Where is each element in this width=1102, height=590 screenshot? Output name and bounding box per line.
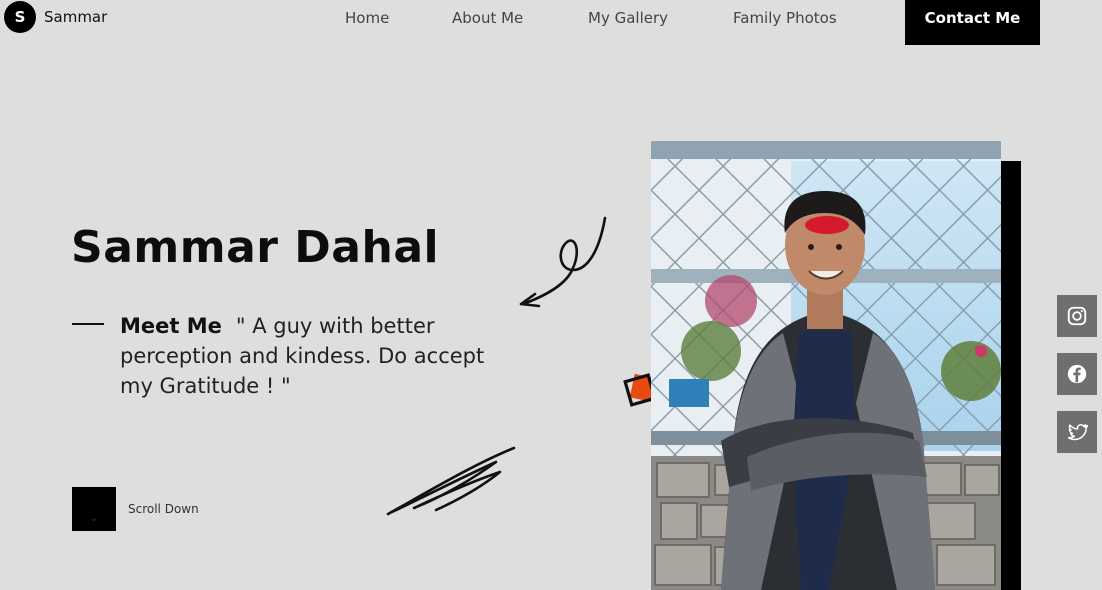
twitter-button[interactable]: [1057, 411, 1097, 453]
scroll-down-label: Scroll Down: [128, 502, 199, 516]
logo-avatar: S: [4, 1, 36, 33]
twitter-icon: [1067, 423, 1088, 441]
profile-photo: [651, 141, 1001, 590]
facebook-icon: [1067, 364, 1087, 384]
meet-me-paragraph: Meet Me " A guy with better perception an…: [120, 311, 520, 401]
meet-divider: [72, 323, 104, 325]
nav-about-link[interactable]: About Me: [452, 9, 523, 27]
scroll-down-button[interactable]: ⌄: [72, 487, 116, 531]
contact-me-button[interactable]: Contact Me: [905, 0, 1040, 45]
nav-home-link[interactable]: Home: [345, 9, 389, 27]
photo-shadow-frame: [1001, 161, 1021, 590]
meet-me-label: Meet Me: [120, 314, 222, 338]
hero-title: Sammar Dahal: [71, 222, 440, 273]
brand-name: Sammar: [44, 8, 108, 26]
facebook-button[interactable]: [1057, 353, 1097, 395]
brand-logo[interactable]: S Sammar: [4, 1, 107, 33]
instagram-icon: [1067, 306, 1087, 326]
instagram-button[interactable]: [1057, 295, 1097, 337]
nav-family-photos-link[interactable]: Family Photos: [733, 9, 837, 27]
scribble-doodle: [386, 446, 516, 516]
curly-arrow-doodle: [519, 216, 607, 308]
nav-gallery-link[interactable]: My Gallery: [588, 9, 668, 27]
chevron-down-icon: ⌄: [89, 513, 99, 524]
